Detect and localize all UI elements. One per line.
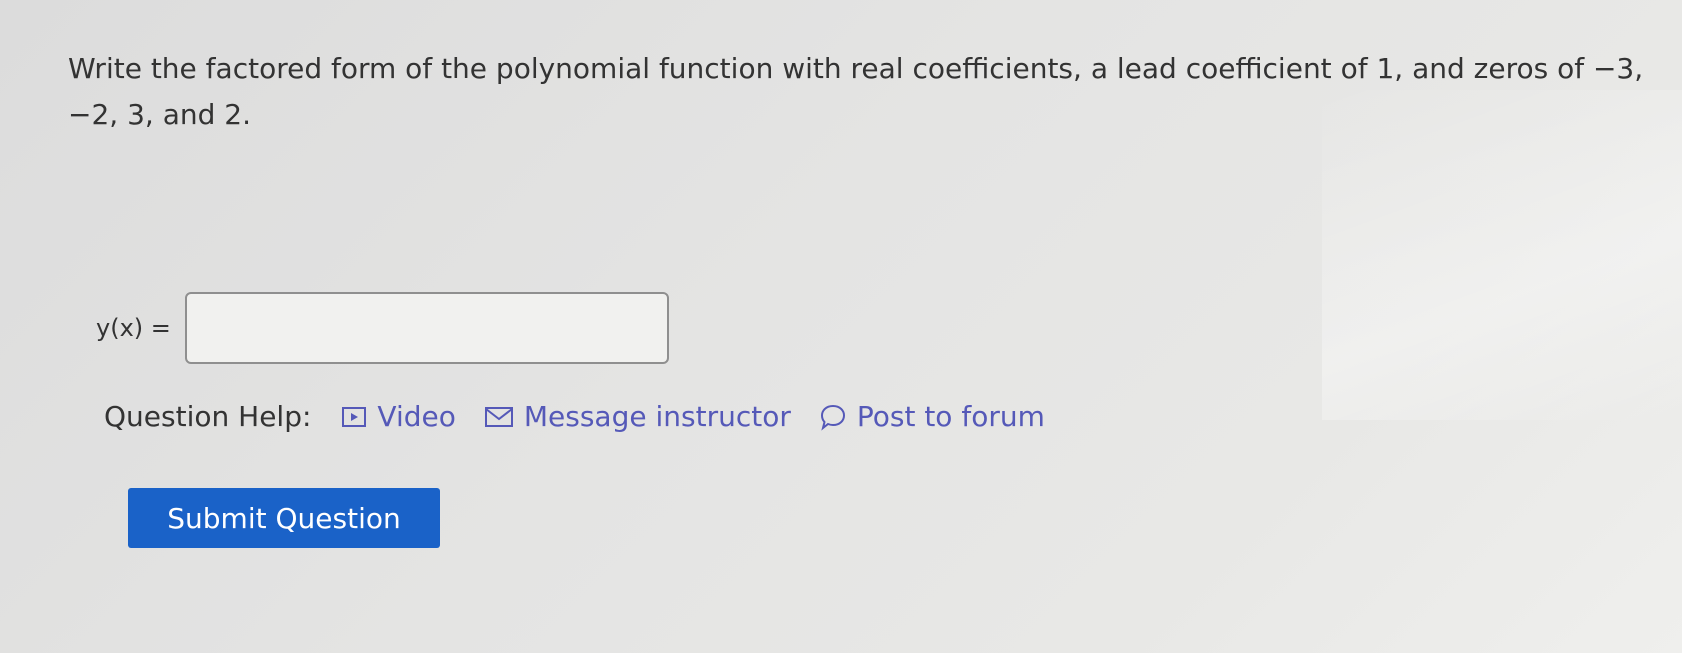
speech-bubble-icon	[820, 404, 845, 431]
question-help: Question Help: Video Message instructor …	[104, 400, 1073, 433]
video-label: Video	[377, 400, 456, 433]
answer-input[interactable]	[184, 292, 669, 364]
envelope-icon	[484, 406, 513, 427]
post-to-forum-link[interactable]: Post to forum	[819, 400, 1045, 433]
message-instructor-link[interactable]: Message instructor	[484, 400, 791, 433]
question-help-label: Question Help:	[104, 400, 312, 433]
answer-row: y(x) =	[96, 292, 669, 364]
video-icon	[342, 406, 367, 427]
post-to-forum-label: Post to forum	[856, 400, 1045, 433]
submit-question-button[interactable]: Submit Question	[128, 488, 440, 548]
video-link[interactable]: Video	[341, 400, 456, 433]
message-instructor-label: Message instructor	[523, 400, 791, 433]
question-text: Write the factored form of the polynomia…	[68, 52, 1644, 131]
answer-label: y(x) =	[96, 314, 171, 342]
question-page: Write the factored form of the polynomia…	[0, 0, 1682, 653]
light-glare	[1322, 90, 1682, 420]
